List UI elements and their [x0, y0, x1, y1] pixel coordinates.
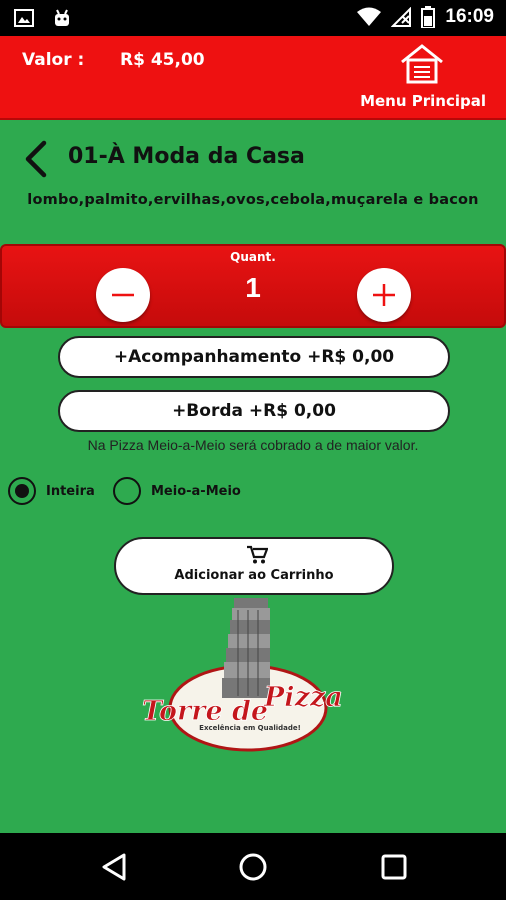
increase-quantity-button[interactable] [357, 268, 411, 322]
valor-label: Valor : [22, 50, 85, 70]
radio-inteira-label: Inteira [46, 483, 95, 499]
product-title-row: 01-À Moda da Casa [0, 140, 506, 180]
app-header: Valor : R$ 45,00 Menu Principal [0, 36, 506, 120]
system-nav-bar [0, 833, 506, 900]
clock: 16:09 [445, 6, 494, 27]
back-arrow-icon[interactable] [20, 140, 50, 178]
image-icon [14, 9, 34, 27]
minus-icon [112, 293, 134, 297]
borda-button[interactable]: +Borda +R$ 0,00 [58, 390, 450, 432]
add-to-cart-label: Adicionar ao Carrinho [174, 568, 334, 583]
radio-meio-label: Meio-a-Meio [151, 483, 241, 499]
quantity-panel: Quant. 1 [0, 244, 506, 328]
radio-meio-indicator [113, 477, 141, 505]
add-to-cart-button[interactable]: Adicionar ao Carrinho [114, 537, 394, 595]
status-bar: 16:09 [0, 0, 506, 36]
menu-principal-button[interactable]: Menu Principal [360, 44, 488, 114]
valor-amount: R$ 45,00 [120, 50, 205, 70]
svg-text:Torre de: Torre de [142, 696, 268, 727]
menu-principal-label: Menu Principal [360, 92, 486, 110]
meio-a-meio-note: Na Pizza Meio-a-Meio será cobrado a de m… [87, 437, 419, 453]
battery-icon [421, 6, 436, 28]
product-title: 01-À Moda da Casa [68, 144, 305, 169]
radio-inteira[interactable]: Inteira [8, 477, 95, 505]
cart-icon [247, 545, 268, 564]
wifi-icon [357, 7, 382, 26]
nav-recents-icon[interactable] [381, 854, 407, 880]
nav-home-icon[interactable] [238, 852, 268, 882]
quantity-label: Quant. [230, 250, 276, 264]
plus-icon [373, 284, 395, 306]
radio-meio-a-meio[interactable]: Meio-a-Meio [113, 477, 241, 505]
acompanhamento-button[interactable]: +Acompanhamento +R$ 0,00 [58, 336, 450, 378]
product-ingredients: lombo,palmito,ervilhas,ovos,cebola,muçar… [27, 192, 479, 208]
radio-inteira-indicator [8, 477, 36, 505]
quantity-value: 1 [245, 272, 261, 303]
signal-icon [391, 7, 412, 27]
tower-illustration [222, 598, 270, 698]
svg-text:Excelência em Qualidade!: Excelência em Qualidade! [199, 724, 301, 732]
android-icon [55, 9, 69, 26]
decrease-quantity-button[interactable] [96, 268, 150, 322]
nav-back-icon[interactable] [100, 852, 128, 882]
svg-text:Pizza: Pizza [263, 682, 343, 713]
torre-de-pizza-logo: Torre de Pizza Excelência em Qualidade! [142, 598, 343, 752]
home-icon [401, 44, 443, 84]
